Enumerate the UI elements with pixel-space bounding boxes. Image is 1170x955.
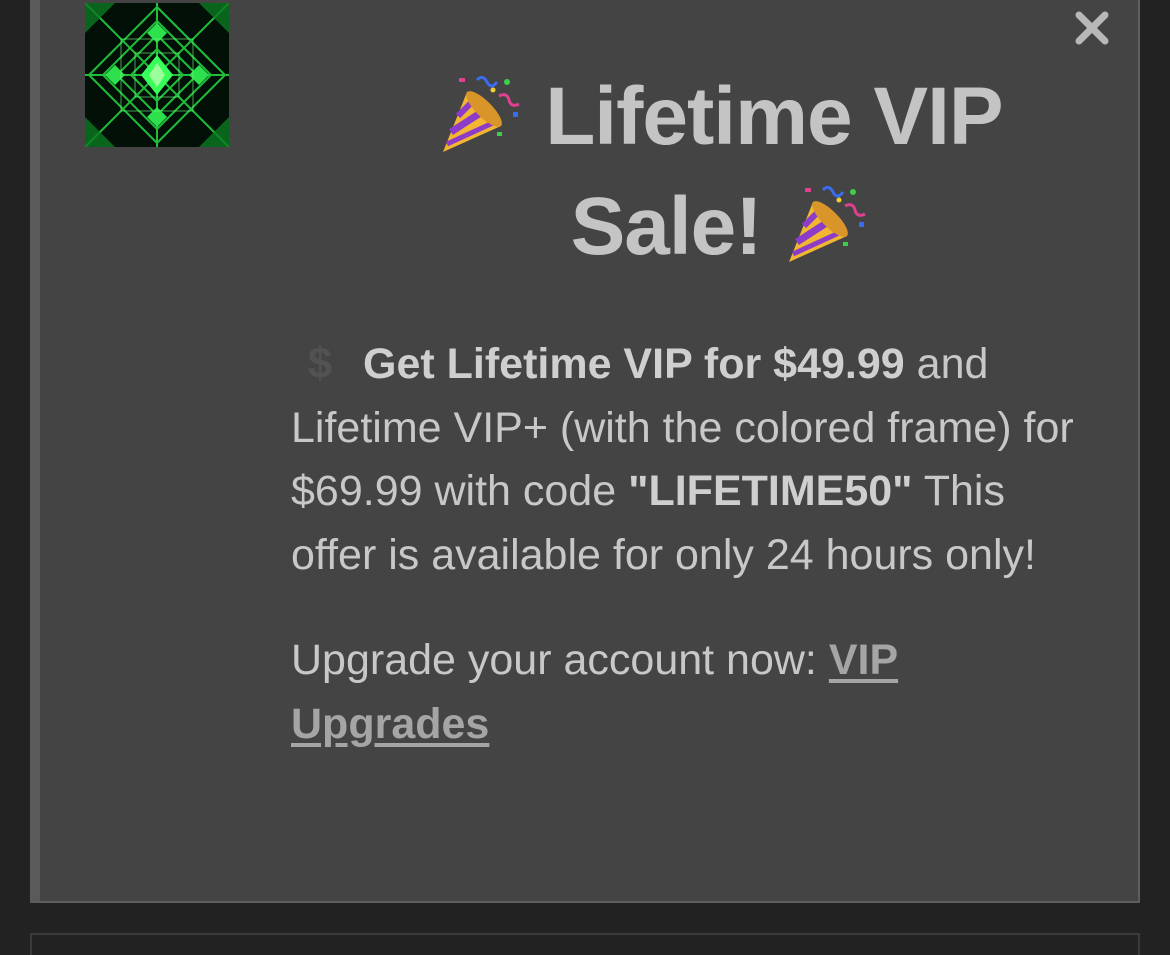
modal-body: $ Get Lifetime VIP for $49.99 and Lifetim…	[291, 332, 1091, 756]
modal-title: Lifetime VIP Sale!	[310, 62, 1130, 282]
green-diamond-logo-icon	[85, 3, 229, 147]
page: Lifetime VIP Sale! $ Get Lifetime VIP fo…	[0, 0, 1170, 955]
party-popper-icon	[437, 70, 523, 156]
close-button[interactable]	[1070, 6, 1114, 50]
promo-code: "LIFETIME50"	[628, 467, 913, 515]
vip-sale-modal: Lifetime VIP Sale! $ Get Lifetime VIP fo…	[30, 0, 1140, 903]
next-card	[30, 933, 1140, 955]
dollar-icon: $	[307, 339, 333, 388]
title-line-2: Sale!	[570, 181, 763, 272]
party-popper-icon	[783, 180, 869, 266]
offer-headline: Get Lifetime VIP for $49.99	[363, 340, 905, 388]
upgrade-prefix: Upgrade your account now:	[291, 636, 829, 684]
upgrade-paragraph: Upgrade your account now: VIP Upgrades	[291, 629, 1091, 756]
offer-paragraph: $ Get Lifetime VIP for $49.99 and Lifetim…	[291, 332, 1091, 587]
title-line-1: Lifetime VIP	[545, 71, 1003, 162]
close-icon	[1075, 11, 1109, 45]
